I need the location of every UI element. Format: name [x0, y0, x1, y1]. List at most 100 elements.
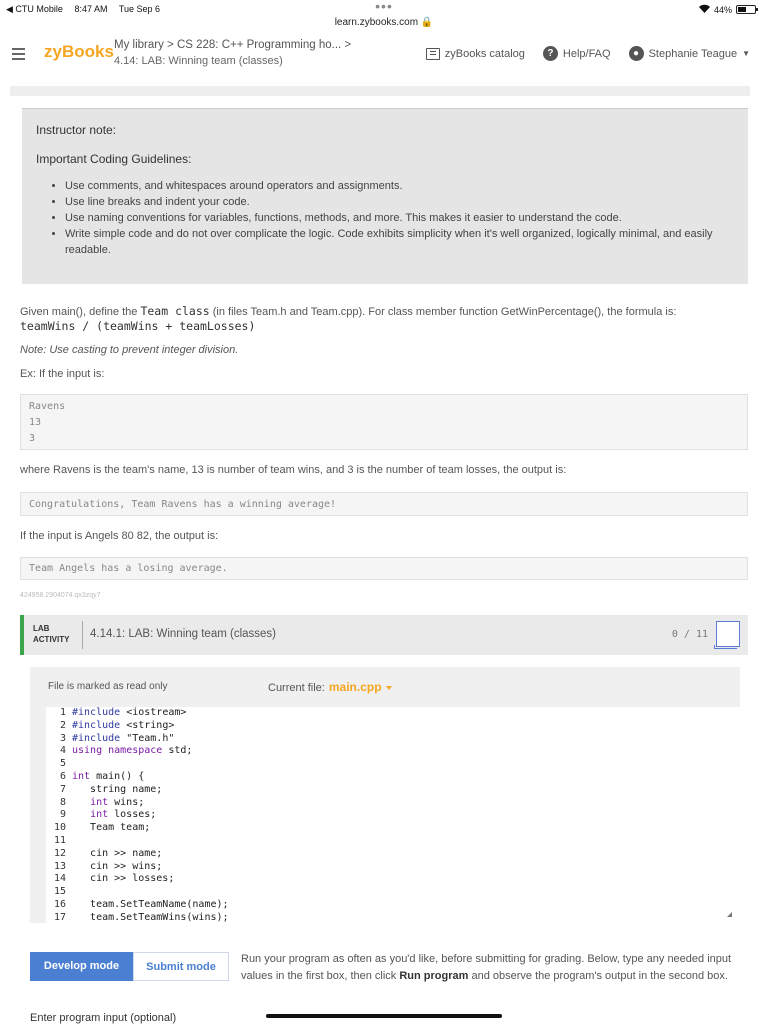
run-program-emphasis: Run program [399, 970, 469, 982]
list-item: Use line breaks and indent your code. [65, 194, 734, 210]
code-line[interactable]: 9 int losses; [46, 809, 740, 822]
user-menu[interactable]: ● Stephanie Teague ▼ [628, 46, 750, 61]
code-text: using namespace std; [72, 745, 193, 757]
if-input-text: If the input is Angels 80 82, the output… [20, 530, 219, 542]
code-text: team.SetTeamWins(wins); [72, 911, 229, 923]
code-line[interactable]: 17 team.SetTeamWins(wins); [46, 912, 740, 923]
code-line[interactable]: 7 string name; [46, 784, 740, 797]
help-link[interactable]: ? Help/FAQ [542, 46, 611, 61]
code-text: #include <string> [72, 719, 175, 731]
code-line[interactable]: 2 #include <string> [46, 720, 740, 733]
input-line: 13 [29, 417, 42, 428]
code-line[interactable]: 3 #include "Team.h" [46, 733, 740, 746]
develop-mode-button[interactable]: Develop mode [30, 952, 133, 981]
editor-frame: File is marked as read only Current file… [30, 667, 740, 923]
multitask-dots-icon[interactable]: ••• [0, 0, 768, 14]
code-line[interactable]: 6 int main() { [46, 771, 740, 784]
code-text: string name; [72, 783, 163, 795]
lab-tag-line: LAB [33, 624, 50, 633]
where-text: where Ravens is the team's name, 13 is n… [20, 464, 567, 476]
line-number: 7 [59, 783, 66, 795]
status-right: 44% [698, 4, 758, 15]
completion-box-icon [714, 621, 740, 649]
code-line[interactable]: 13 cin >> wins; [46, 861, 740, 874]
breadcrumb-path[interactable]: My library > CS 228: C++ Programming ho.… [114, 39, 351, 51]
code-text: #include <iostream> [72, 707, 187, 718]
problem-description: Given main(), define the Team class (in … [20, 304, 750, 318]
submit-mode-button[interactable]: Submit mode [133, 952, 229, 981]
description-text: Given main(), define the [20, 306, 141, 318]
breadcrumb: My library > CS 228: C++ Programming ho.… [114, 39, 351, 67]
code-line[interactable]: 10 Team team; [46, 822, 740, 835]
line-number: 9 [59, 809, 66, 821]
code-line[interactable]: 5 [46, 758, 740, 771]
current-file-selector[interactable]: Current file: main.cpp [268, 680, 392, 694]
code-text: int main() { [72, 770, 145, 782]
code-line[interactable]: 16 team.SetTeamName(name); [46, 899, 740, 912]
example-label: Ex: If the input is: [20, 368, 105, 380]
chevron-down-icon: ▼ [742, 49, 750, 58]
code-text: cin >> wins; [72, 860, 163, 872]
address-bar-url[interactable]: learn.zybooks.com 🔒 [0, 17, 768, 28]
lab-title: 4.14.1: LAB: Winning team (classes) [90, 628, 276, 640]
code-line[interactable]: 12 cin >> name; [46, 848, 740, 861]
battery-icon [736, 5, 758, 14]
line-number: 11 [53, 834, 66, 846]
code-text: int losses; [90, 809, 157, 821]
chevron-down-icon [385, 686, 392, 691]
read-only-label: File is marked as read only [48, 681, 168, 692]
menu-icon[interactable] [12, 48, 25, 63]
code-line[interactable]: 15 [46, 886, 740, 899]
line-number: 5 [59, 758, 66, 770]
output-line: Congratulations, Team Ravens has a winni… [29, 499, 337, 510]
line-number: 6 [59, 770, 66, 782]
top-navigation: zyBooks My library > CS 228: C++ Program… [0, 34, 768, 76]
zybooks-logo[interactable]: zyBooks [44, 42, 114, 62]
line-number: 15 [53, 886, 66, 898]
code-text: #include "Team.h" [72, 732, 175, 744]
formula-code: teamWins / (teamWins + teamLosses) [20, 319, 256, 333]
home-indicator[interactable] [266, 1014, 502, 1018]
resize-handle-icon[interactable] [727, 912, 732, 917]
instructor-note: Instructor note: Important Coding Guidel… [22, 108, 748, 284]
catalog-label: zyBooks catalog [444, 47, 525, 60]
catalog-link[interactable]: zyBooks catalog [425, 47, 525, 60]
input-line: 3 [29, 433, 36, 444]
line-number: 3 [59, 732, 66, 744]
wifi-icon [698, 4, 710, 15]
line-number: 12 [53, 847, 66, 859]
code-line[interactable]: 4 using namespace std; [46, 745, 740, 758]
code-line[interactable]: 8 int wins; [46, 797, 740, 810]
code-text: team.SetTeamName(name); [72, 898, 229, 910]
example-output-box-2: Team Angels has a losing average. [20, 557, 748, 580]
line-number: 8 [59, 796, 66, 808]
lab-tag-line: ACTIVITY [33, 635, 70, 644]
code-line[interactable]: 14 cin >> losses; [46, 873, 740, 886]
book-icon [425, 47, 440, 60]
lab-activity-header: LAB ACTIVITY 4.14.1: LAB: Winning team (… [20, 615, 748, 655]
example-output-box: Congratulations, Team Ravens has a winni… [20, 492, 748, 516]
list-item: Use naming conventions for variables, fu… [65, 210, 734, 226]
line-number: 2 [59, 719, 66, 731]
nav-right: zyBooks catalog ? Help/FAQ ● Stephanie T… [425, 46, 750, 61]
user-icon: ● [628, 46, 644, 61]
current-file-label: Current file: [268, 682, 325, 694]
guidelines-list: Use comments, and whitespaces around ope… [36, 178, 734, 258]
note-title: Instructor note: [36, 123, 117, 137]
current-file-name[interactable]: main.cpp [329, 680, 382, 694]
example-input-box: Ravens 13 3 [20, 394, 748, 450]
line-number: 4 [59, 745, 66, 757]
output-line: Team Angels has a losing average. [29, 563, 228, 574]
code-line[interactable]: 1 #include <iostream> [46, 707, 740, 720]
lab-score: 0 / 11 [671, 629, 708, 640]
code-text: cin >> losses; [72, 873, 175, 885]
code-editor[interactable]: 1 #include <iostream> 2 #include <string> 3 #… [46, 707, 740, 923]
run-instructions-text: and observe the program's output in the … [468, 970, 728, 982]
program-input-label: Enter program input (optional) [30, 1012, 177, 1024]
code-line[interactable]: 11 [46, 835, 740, 848]
list-item: Use comments, and whitespaces around ope… [65, 178, 734, 194]
lab-divider [82, 621, 83, 649]
casting-note: Note: Use casting to prevent integer div… [20, 344, 239, 356]
code-text: Team team; [72, 822, 151, 834]
class-name-code: Team class [140, 304, 210, 318]
